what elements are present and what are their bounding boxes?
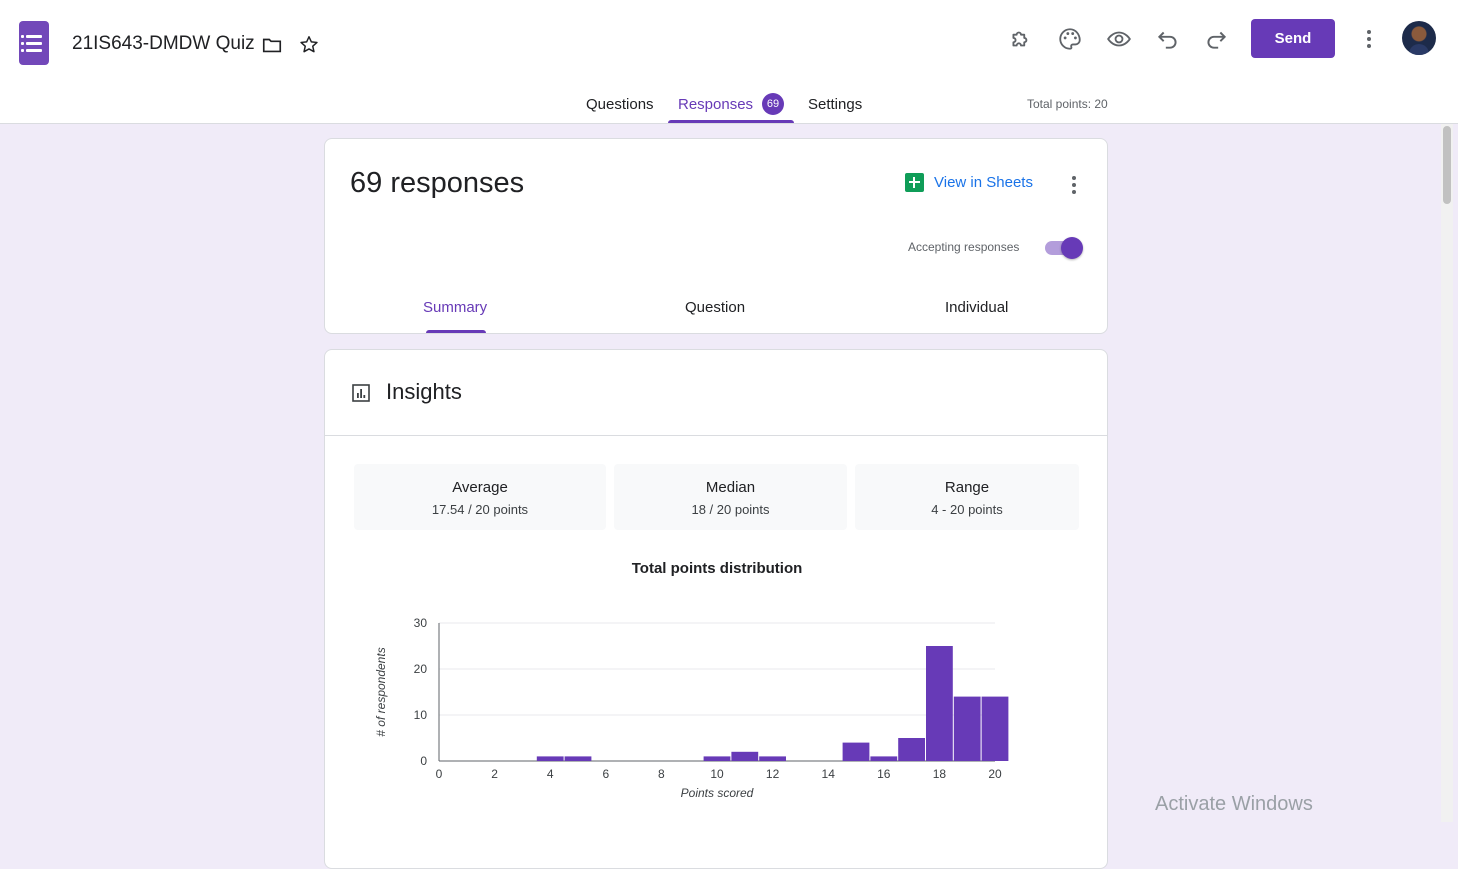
chart-x-axis-label: Points scored <box>681 786 754 800</box>
responses-count-heading: 69 responses <box>350 167 525 199</box>
view-in-sheets-label: View in Sheets <box>934 174 1033 191</box>
document-title[interactable]: 21IS643-DMDW Quiz <box>72 33 255 55</box>
chart-x-tick-label: 0 <box>436 767 443 781</box>
user-avatar[interactable] <box>1402 21 1436 55</box>
tab-settings[interactable]: Settings <box>808 96 862 113</box>
page-scrollbar[interactable] <box>1441 124 1453 822</box>
chart-bar <box>953 696 981 761</box>
chart-x-tick-label: 14 <box>822 767 836 781</box>
chart-bar <box>842 742 870 761</box>
chart-bar <box>731 751 759 761</box>
chart-bar <box>536 756 564 761</box>
chart-bar <box>898 738 925 761</box>
responses-summary-card: 69 responses View in Sheets Accepting re… <box>324 138 1108 334</box>
chart-bar <box>926 646 953 761</box>
tab-responses[interactable]: Responses <box>678 96 753 113</box>
google-sheets-icon <box>905 173 924 192</box>
chart-x-tick-label: 10 <box>710 767 724 781</box>
subtab-individual[interactable]: Individual <box>945 299 1008 316</box>
add-ons-puzzle-icon[interactable] <box>1008 26 1034 52</box>
chart-bar <box>564 756 592 761</box>
preview-eye-icon[interactable] <box>1106 26 1132 52</box>
redo-icon[interactable] <box>1203 26 1229 52</box>
more-options-icon[interactable] <box>1367 30 1371 48</box>
chart-bar <box>981 696 1009 761</box>
chart-x-tick-label: 16 <box>877 767 891 781</box>
total-points-label: Total points: 20 <box>1027 97 1108 111</box>
undo-icon[interactable] <box>1155 26 1181 52</box>
chart-bar <box>870 756 898 761</box>
points-distribution-chart: 0 10 20 30 0 2 4 6 8 10 12 14 16 18 20 # of responden… <box>374 616 1009 800</box>
chart-bar <box>703 756 731 761</box>
top-bar: 21IS643-DMDW Quiz Send Questions Respons… <box>0 0 1458 124</box>
tab-questions[interactable]: Questions <box>586 96 654 113</box>
chart-x-tick-label: 2 <box>491 767 498 781</box>
accepting-responses-toggle[interactable] <box>1043 237 1083 259</box>
active-tab-indicator <box>668 120 794 123</box>
insights-card: Insights Average 17.54 / 20 points Media… <box>324 349 1108 869</box>
responses-count-badge: 69 <box>762 93 784 115</box>
chart-y-tick-label: 20 <box>414 662 428 676</box>
chart-x-tick-label: 12 <box>766 767 780 781</box>
chart-x-tick-label: 20 <box>988 767 1002 781</box>
subtab-summary[interactable]: Summary <box>423 299 487 316</box>
view-in-sheets-link[interactable]: View in Sheets <box>905 173 1033 192</box>
customize-theme-palette-icon[interactable] <box>1057 26 1083 52</box>
send-button[interactable]: Send <box>1251 19 1335 58</box>
chart-bar <box>759 756 786 761</box>
subtab-question[interactable]: Question <box>685 299 745 316</box>
responses-more-options-icon[interactable] <box>1072 176 1076 194</box>
chart-x-tick-label: 18 <box>933 767 947 781</box>
chart-x-tick-label: 4 <box>547 767 554 781</box>
chart-y-tick-label: 30 <box>414 616 428 630</box>
folder-icon[interactable] <box>261 34 283 56</box>
chart-y-tick-label: 0 <box>420 754 427 768</box>
accepting-responses-label: Accepting responses <box>908 240 1020 254</box>
active-subtab-indicator <box>426 330 486 333</box>
chart-y-tick-label: 10 <box>414 708 428 722</box>
chart-x-tick-label: 6 <box>602 767 609 781</box>
star-icon[interactable] <box>298 34 320 56</box>
chart-x-tick-label: 8 <box>658 767 665 781</box>
activate-windows-watermark: Activate Windows <box>1155 793 1313 815</box>
chart-y-axis-label: # of respondents <box>374 647 388 736</box>
google-forms-logo-icon[interactable] <box>19 21 49 65</box>
